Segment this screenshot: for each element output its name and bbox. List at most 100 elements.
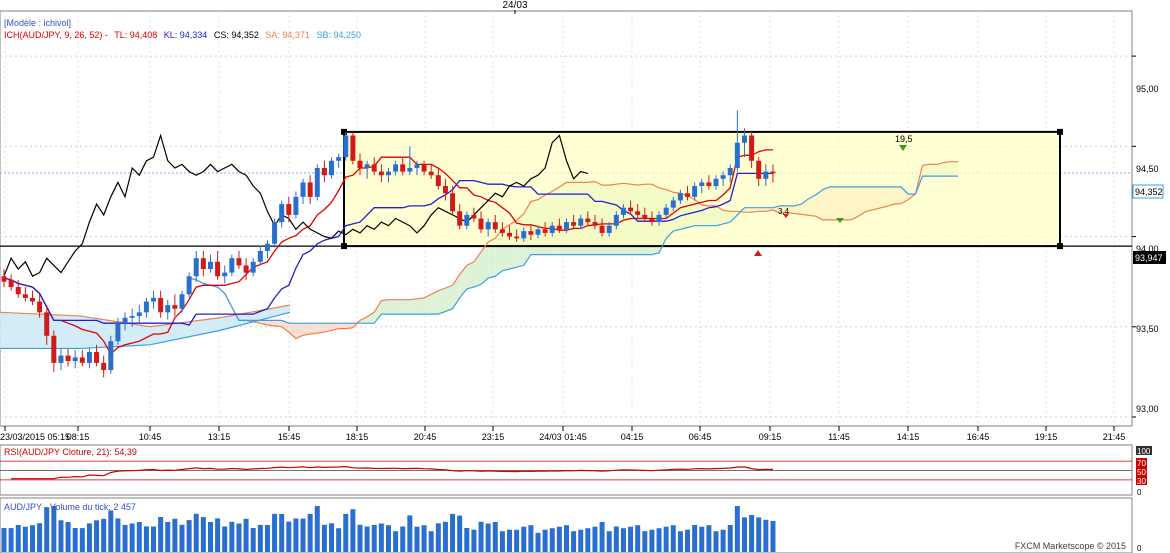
candle-body: [321, 167, 327, 176]
x-tick-label: 23:15: [482, 432, 505, 442]
volume-bar: [521, 526, 527, 552]
candle-body: [699, 182, 705, 187]
candle-body: [136, 312, 142, 316]
candle-body: [86, 352, 92, 363]
volume-bar: [400, 526, 406, 552]
candle-body: [535, 229, 541, 235]
candle-body: [279, 204, 285, 223]
candle-body: [407, 167, 413, 172]
volume-bar: [129, 523, 135, 552]
candle-body: [122, 317, 128, 324]
candle-body: [165, 305, 171, 313]
candle-body: [336, 157, 342, 161]
candle-body: [642, 214, 648, 219]
candle-body: [713, 178, 719, 187]
volume-bar: [193, 513, 199, 552]
candle-body: [464, 214, 470, 226]
cloud-segment: [310, 323, 318, 334]
range-box-handle: [1057, 128, 1063, 135]
volume-bar: [720, 529, 726, 552]
volume-bar: [79, 528, 85, 552]
volume-bar: [200, 517, 206, 552]
volume-bar: [741, 517, 747, 552]
candle-body: [243, 265, 249, 273]
candle-body: [628, 207, 634, 212]
candle-body: [193, 258, 199, 277]
chart-canvas: 24/03 [Modèle : ichivol] ICH(AUD/JPY, 9,…: [0, 0, 1166, 553]
candle-body: [22, 294, 28, 298]
volume-bar: [65, 522, 71, 552]
candle-body: [393, 164, 399, 172]
hline-price-value: 93,947: [1135, 253, 1163, 263]
volume-bar: [620, 528, 626, 552]
candle-body: [350, 135, 356, 161]
volume-bar: [8, 528, 14, 552]
volume-bar: [663, 526, 669, 552]
x-tick-label: 06:45: [689, 432, 712, 442]
candle-body: [229, 258, 235, 273]
volume-bar: [94, 520, 100, 552]
candle-body: [685, 193, 691, 197]
cloud-segment: [402, 299, 410, 315]
volume-bar: [385, 525, 391, 552]
x-tick-label: 14:15: [897, 432, 920, 442]
volume-bar: [393, 531, 399, 552]
volume-title: AUD/JPY - Volume du tick: 2 457: [4, 502, 136, 512]
candle-body: [400, 164, 406, 172]
candle-body: [763, 171, 769, 179]
watermark: FXCM Marketscope © 2015: [1015, 541, 1126, 551]
cloud-segment: [338, 323, 346, 329]
volume-bar: [58, 520, 64, 552]
rsi-level-label: 0: [1137, 488, 1142, 497]
candle-body: [94, 352, 100, 363]
volume-bar: [229, 521, 235, 552]
volume-bar: [72, 528, 78, 552]
volume-zero-label: 0: [1137, 544, 1142, 553]
candle-body: [706, 182, 712, 187]
volume-bar: [307, 513, 313, 552]
volume-bar: [321, 524, 327, 552]
volume-bar: [136, 522, 142, 552]
candle-body: [343, 135, 349, 158]
volume-bar: [314, 506, 320, 552]
volume-bar: [279, 514, 285, 552]
rsi-level-label: 70: [1137, 459, 1146, 468]
candle-body: [578, 218, 584, 226]
volume-bar: [329, 523, 335, 552]
x-tick-label: 08:15: [67, 432, 90, 442]
candle-body: [58, 355, 64, 363]
volume-bar: [435, 523, 441, 552]
candle-body: [549, 225, 555, 233]
candle-body: [585, 218, 591, 223]
volume-bar: [293, 518, 299, 552]
candle-body: [770, 171, 776, 174]
sb-label: SB: 94,250: [316, 30, 361, 40]
candle-body: [250, 261, 256, 273]
volume-bar: [158, 517, 164, 552]
candle-body: [485, 222, 491, 230]
volume-bar: [357, 524, 363, 552]
volume-bar: [222, 526, 228, 552]
volume-bar: [143, 526, 149, 552]
model-label: [Modèle : ichivol]: [4, 18, 71, 28]
candle-body: [300, 182, 306, 197]
candle-body: [8, 279, 14, 288]
candle-body: [741, 135, 747, 143]
candle-body: [200, 258, 206, 270]
volume-bar: [15, 525, 21, 552]
candle-body: [357, 160, 363, 168]
candle-body: [606, 225, 612, 233]
candle-body: [556, 225, 562, 230]
volume-bar: [250, 528, 256, 552]
volume-bar: [257, 524, 263, 552]
volume-bar: [528, 525, 534, 552]
candle-body: [101, 362, 107, 371]
x-tick-label: 21:45: [1103, 432, 1126, 442]
volume-bar: [471, 529, 477, 552]
sa-label: SA: 94,371: [265, 30, 310, 40]
x-tick-label: 13:15: [208, 432, 231, 442]
volume-bar: [179, 524, 185, 552]
candle-body: [478, 218, 484, 230]
volume-bar: [343, 513, 349, 552]
candle-body: [129, 315, 135, 318]
